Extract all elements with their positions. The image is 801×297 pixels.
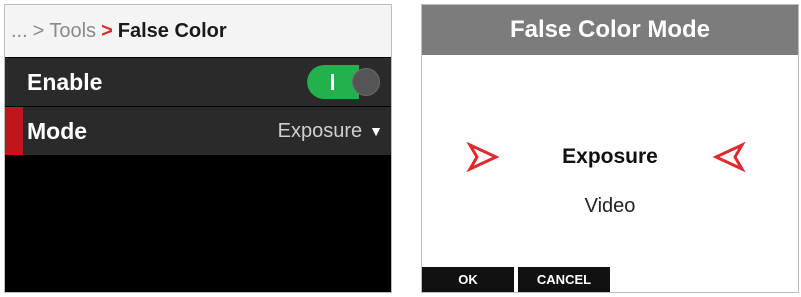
ok-button[interactable]: OK	[422, 267, 514, 292]
mode-value-text: Exposure	[277, 119, 363, 142]
false-color-menu-panel: ... > Tools > False Color Enable Mode Ex…	[4, 4, 392, 293]
option-video[interactable]: Video	[422, 195, 798, 218]
breadcrumb: ... > Tools > False Color	[5, 5, 391, 57]
dialog-title: False Color Mode	[422, 5, 798, 55]
breadcrumb-separator-active: >	[101, 19, 113, 42]
option-selected[interactable]: Exposure	[422, 145, 798, 169]
menu-item-enable[interactable]: Enable	[5, 58, 391, 106]
selection-marker	[5, 107, 23, 155]
mode-value[interactable]: Exposure ▼	[278, 120, 383, 143]
toggle-switch-icon[interactable]	[307, 65, 383, 99]
breadcrumb-tools[interactable]: Tools	[49, 20, 96, 43]
menu-item-mode[interactable]: Mode Exposure ▼	[5, 107, 391, 155]
toggle-on-indicator	[331, 74, 334, 90]
menu-item-mode-label: Mode	[27, 117, 88, 144]
toggle-knob[interactable]	[352, 68, 380, 96]
cancel-button[interactable]: CANCEL	[518, 267, 610, 292]
menu-item-enable-label: Enable	[27, 68, 103, 95]
breadcrumb-current: False Color	[117, 19, 227, 42]
breadcrumb-ellipsis[interactable]: ...	[11, 20, 28, 43]
false-color-mode-dialog: False Color Mode Exposure Video OK CANCE…	[421, 4, 799, 293]
chevron-down-icon: ▼	[369, 123, 383, 139]
breadcrumb-separator: >	[32, 19, 45, 42]
